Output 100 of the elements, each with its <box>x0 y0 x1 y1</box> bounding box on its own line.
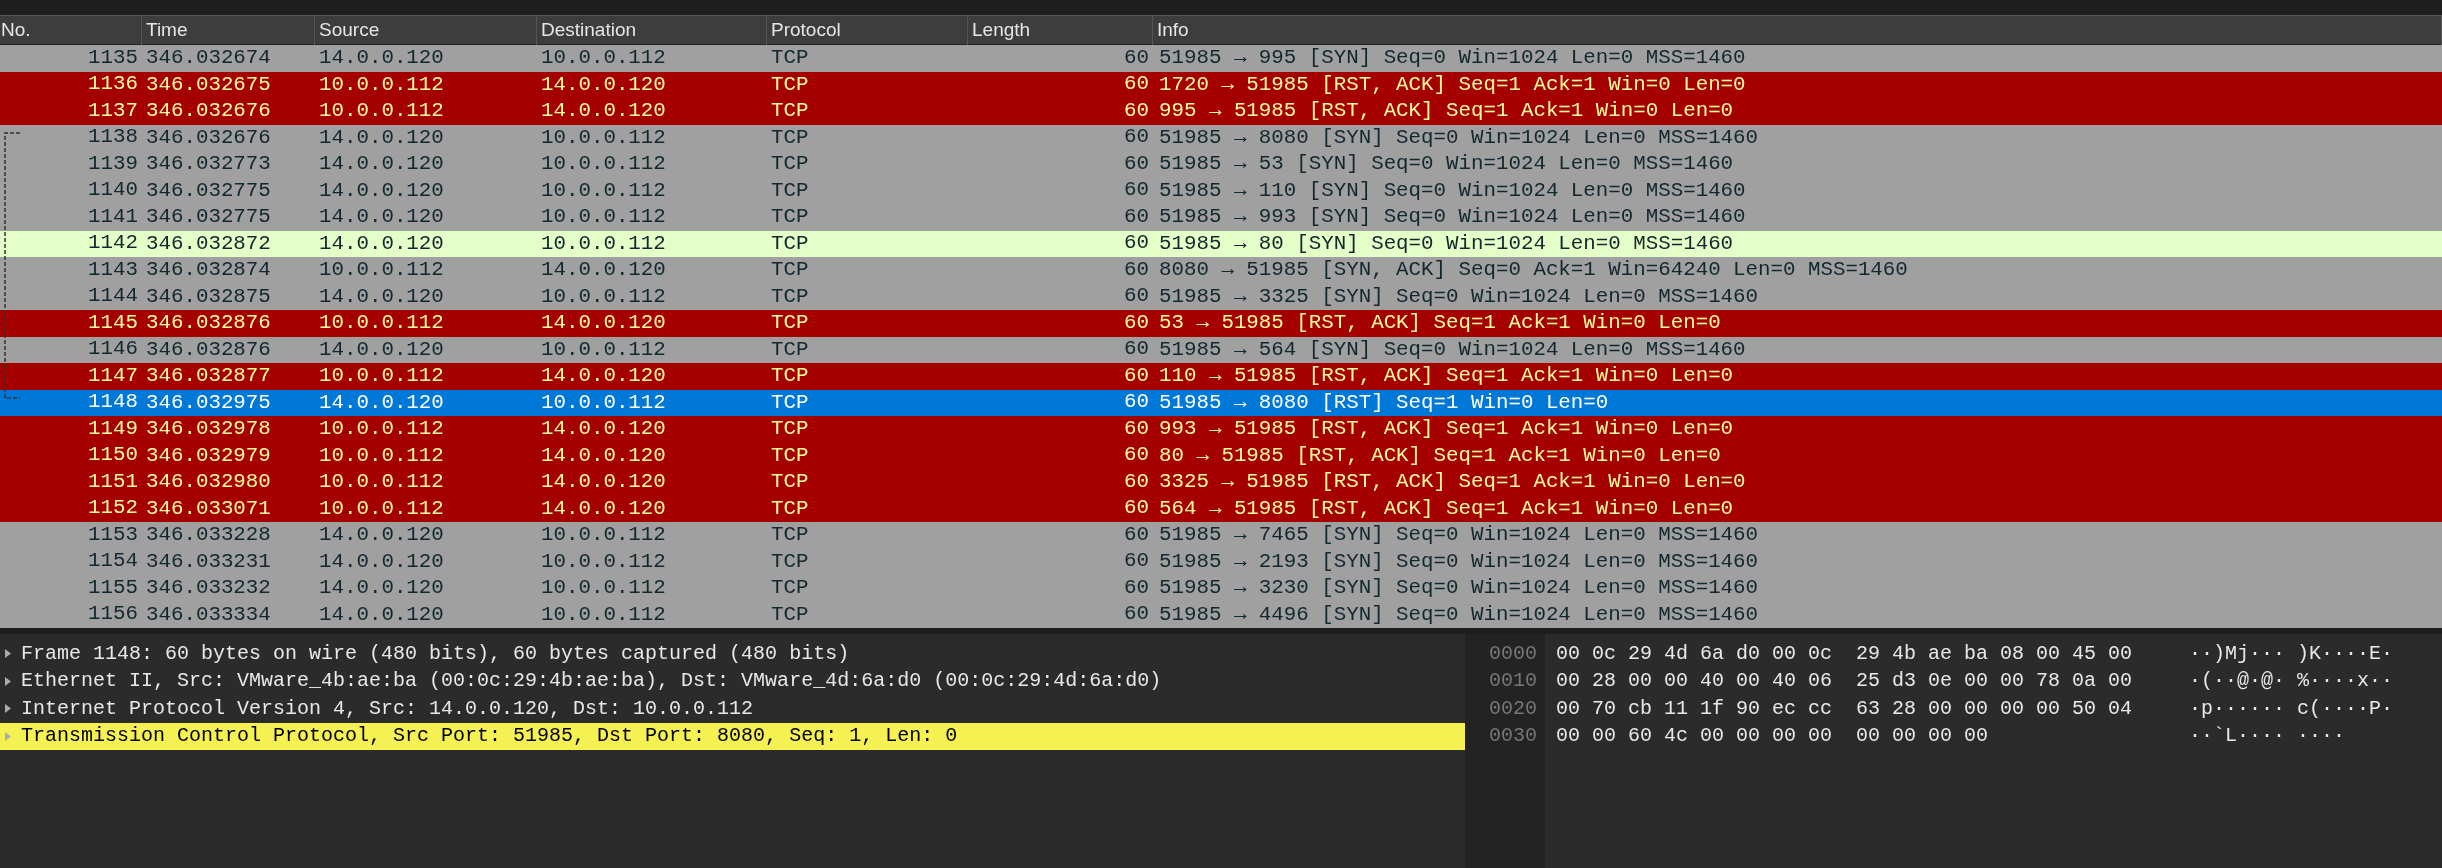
table-cell: 346.032979 <box>146 443 271 467</box>
packet-row[interactable]: 1152 346.033071 10.0.0.112 14.0.0.120 TCP 60 564 → 51985 [RST, ACK] Seq=1 Ack=1 Win=0 Len=0 <box>0 495 2442 522</box>
packet-row[interactable]: 1142 346.032872 14.0.0.120 10.0.0.112 TCP 60 51985 → 80 [SYN] Seq=0 Win=1024 Len=0 MSS=1460 <box>0 230 2442 257</box>
table-cell: 1148 <box>88 392 138 414</box>
table-cell: 60 <box>1124 524 1149 546</box>
table-cell: 51985 → 110 [SYN] Seq=0 Win=1024 Len=0 MSS=1460 <box>1159 178 1746 202</box>
table-cell: 60 <box>1124 339 1149 361</box>
column-header[interactable]: Time <box>146 16 188 45</box>
table-cell: 60 <box>1124 127 1149 149</box>
column-header[interactable]: No. <box>1 16 31 45</box>
table-cell: 346.032874 <box>146 258 271 282</box>
table-cell: TCP <box>771 231 809 255</box>
table-cell: 1156 <box>88 604 138 626</box>
table-cell: 1141 <box>88 206 138 228</box>
packet-row[interactable]: 1149 346.032978 10.0.0.112 14.0.0.120 TCP 60 993 → 51985 [RST, ACK] Seq=1 Ack=1 Win=0 Len=0 <box>0 416 2442 443</box>
table-cell: 1145 <box>88 312 138 334</box>
table-cell: 1136 <box>88 74 138 96</box>
table-cell: 10.0.0.112 <box>541 152 666 176</box>
table-cell: 14.0.0.120 <box>319 178 444 202</box>
table-cell: 346.033334 <box>146 602 271 626</box>
detail-tree-item[interactable]: Internet Protocol Version 4, Src: 14.0.0.120, Dst: 10.0.0.112 <box>0 695 1465 723</box>
packet-row[interactable]: 1147 346.032877 10.0.0.112 14.0.0.120 TCP 60 110 → 51985 [RST, ACK] Seq=1 Ack=1 Win=0 Len=0 <box>0 363 2442 390</box>
hex-bytes: 00 28 00 00 40 00 40 06 25 d3 0e 00 00 78 0a 00 <box>1556 671 2134 692</box>
table-cell: TCP <box>771 72 809 96</box>
table-cell: 10.0.0.112 <box>541 231 666 255</box>
packet-row[interactable]: 1137 346.032676 10.0.0.112 14.0.0.120 TCP 60 995 → 51985 [RST, ACK] Seq=1 Ack=1 Win=0 Len=0 <box>0 98 2442 125</box>
table-cell: 14.0.0.120 <box>319 205 444 229</box>
table-cell: TCP <box>771 46 809 70</box>
packet-row[interactable]: 1150 346.032979 10.0.0.112 14.0.0.120 TCP 60 80 → 51985 [RST, ACK] Seq=1 Ack=1 Win=0 Len=0 <box>0 442 2442 469</box>
table-cell: 8080 → 51985 [SYN, ACK] Seq=0 Ack=1 Win=64240 Len=0 MSS=1460 <box>1159 258 1908 282</box>
table-cell: 60 <box>1124 233 1149 255</box>
table-cell: 346.032975 <box>146 390 271 414</box>
table-cell: 51985 → 7465 [SYN] Seq=0 Win=1024 Len=0 MSS=1460 <box>1159 523 1759 547</box>
column-header[interactable]: Destination <box>541 16 637 45</box>
table-cell: 60 <box>1124 100 1149 122</box>
table-cell: 1155 <box>88 577 138 599</box>
ascii-bytes: ·(··@·@· %····x·· <box>2189 671 2394 692</box>
table-cell: TCP <box>771 549 809 573</box>
column-header[interactable]: Length <box>972 16 1031 45</box>
detail-tree-item[interactable]: Transmission Control Protocol, Src Port: 51985, Dst Port: 8080, Seq: 1, Len: 0 <box>0 722 1465 750</box>
packet-row[interactable]: 1151 346.032980 10.0.0.112 14.0.0.120 TCP 60 3325 → 51985 [RST, ACK] Seq=1 Ack=1 Win=0 Len=0 <box>0 469 2442 496</box>
table-cell: 51985 → 3230 [SYN] Seq=0 Win=1024 Len=0 MSS=1460 <box>1159 576 1759 600</box>
table-cell: 10.0.0.112 <box>541 576 666 600</box>
table-cell: 14.0.0.120 <box>541 311 666 335</box>
column-header[interactable]: Protocol <box>771 16 841 45</box>
expand-arrow-icon[interactable] <box>4 648 13 660</box>
byte-offset: 0010 <box>1489 671 1537 692</box>
table-cell: 995 → 51985 [RST, ACK] Seq=1 Ack=1 Win=0 Len=0 <box>1159 99 1734 123</box>
table-cell: 14.0.0.120 <box>541 417 666 441</box>
table-cell: 346.032675 <box>146 72 271 96</box>
table-cell: 51985 → 993 [SYN] Seq=0 Win=1024 Len=0 MSS=1460 <box>1159 205 1746 229</box>
table-cell: 10.0.0.112 <box>541 284 666 308</box>
table-cell: 60 <box>1124 47 1149 69</box>
table-cell: 14.0.0.120 <box>541 72 666 96</box>
table-cell: TCP <box>771 258 809 282</box>
packet-row[interactable]: 1148 346.032975 14.0.0.120 10.0.0.112 TCP 60 51985 → 8080 [RST] Seq=1 Win=0 Len=0 <box>0 389 2442 416</box>
detail-tree-item[interactable]: Ethernet II, Src: VMware_4b:ae:ba (00:0c:29:4b:ae:ba), Dst: VMware_4d:6a:d0 (00:0c:29:4d:6a:d0) <box>0 667 1465 695</box>
table-cell: 14.0.0.120 <box>541 99 666 123</box>
hex-bytes: 00 0c 29 4d 6a d0 00 0c 29 4b ae ba 08 00 45 00 <box>1556 643 2134 664</box>
table-cell: 51985 → 4496 [SYN] Seq=0 Win=1024 Len=0 MSS=1460 <box>1159 602 1759 626</box>
table-cell: 60 <box>1124 259 1149 281</box>
table-cell: TCP <box>771 125 809 149</box>
table-cell: 346.032775 <box>146 205 271 229</box>
table-cell: 60 <box>1124 551 1149 573</box>
table-cell: 10.0.0.112 <box>541 390 666 414</box>
table-cell: 346.032876 <box>146 337 271 361</box>
table-cell: 346.033228 <box>146 523 271 547</box>
table-cell: 60 <box>1124 498 1149 520</box>
table-cell: 14.0.0.120 <box>319 46 444 70</box>
table-cell: 60 <box>1124 392 1149 414</box>
column-header[interactable]: Info <box>1157 16 1189 45</box>
packet-row[interactable]: 1145 346.032876 10.0.0.112 14.0.0.120 TCP 60 53 → 51985 [RST, ACK] Seq=1 Ack=1 Win=0 Len=0 <box>0 310 2442 337</box>
table-cell: 60 <box>1124 471 1149 493</box>
table-cell: 346.033231 <box>146 549 271 573</box>
packet-row[interactable]: 1136 346.032675 10.0.0.112 14.0.0.120 TCP 60 1720 → 51985 [RST, ACK] Seq=1 Ack=1 Win=0 Len=0 <box>0 71 2442 98</box>
table-cell: 60 <box>1124 74 1149 96</box>
table-cell: TCP <box>771 152 809 176</box>
column-header[interactable]: Source <box>319 16 380 45</box>
table-cell: 14.0.0.120 <box>541 496 666 520</box>
table-cell: 346.033071 <box>146 496 271 520</box>
table-cell: 53 → 51985 [RST, ACK] Seq=1 Ack=1 Win=0 Len=0 <box>1159 311 1721 335</box>
table-cell: 346.032872 <box>146 231 271 255</box>
table-cell: 10.0.0.112 <box>541 602 666 626</box>
table-cell: 10.0.0.112 <box>319 258 444 282</box>
expand-arrow-icon[interactable] <box>4 703 13 715</box>
table-cell: 60 <box>1124 365 1149 387</box>
table-cell: TCP <box>771 178 809 202</box>
expand-arrow-icon[interactable] <box>4 675 13 687</box>
table-cell: 60 <box>1124 180 1149 202</box>
table-cell: 1138 <box>88 127 138 149</box>
table-cell: 346.032773 <box>146 152 271 176</box>
table-cell: 10.0.0.112 <box>541 205 666 229</box>
table-cell: 14.0.0.120 <box>319 125 444 149</box>
table-cell: 14.0.0.120 <box>541 470 666 494</box>
table-cell: 51985 → 3325 [SYN] Seq=0 Win=1024 Len=0 MSS=1460 <box>1159 284 1759 308</box>
table-cell: 60 <box>1124 206 1149 228</box>
table-cell: 1139 <box>88 153 138 175</box>
detail-tree-item[interactable]: Frame 1148: 60 bytes on wire (480 bits), 60 bytes captured (480 bits) <box>0 640 1465 668</box>
table-cell: TCP <box>771 523 809 547</box>
table-cell: TCP <box>771 284 809 308</box>
